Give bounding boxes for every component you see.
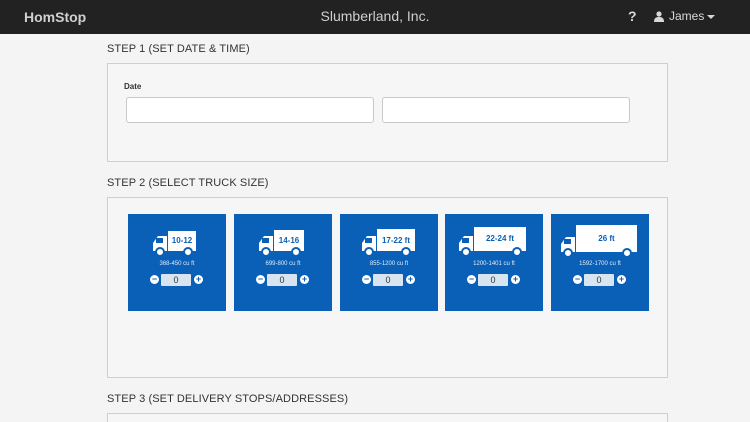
truck-capacity: 1592-1700 cu ft xyxy=(579,261,621,267)
minus-circle-icon[interactable]: − xyxy=(362,275,371,284)
truck-size-label: 22-24 ft xyxy=(485,234,514,243)
step1-title: STEP 1 (SET DATE & TIME) xyxy=(107,43,250,55)
truck-card-14-16[interactable]: 14-16 699-800 cu ft − 0 + xyxy=(234,214,332,311)
quantity-field[interactable]: 0 xyxy=(161,274,191,286)
quantity-stepper: − 0 + xyxy=(128,274,226,286)
truck-size-label: 17-22 ft xyxy=(381,236,410,245)
quantity-stepper: − 0 + xyxy=(445,274,543,286)
user-icon xyxy=(654,10,664,22)
user-menu[interactable]: James xyxy=(654,9,716,23)
quantity-field[interactable]: 0 xyxy=(584,274,614,286)
truck-capacity: 1200-1401 cu ft xyxy=(473,261,515,267)
step1-panel: Date xyxy=(107,63,668,162)
truck-size-label: 26 ft xyxy=(598,234,615,243)
plus-circle-icon[interactable]: + xyxy=(194,275,203,284)
minus-circle-icon[interactable]: − xyxy=(467,275,476,284)
date-input[interactable] xyxy=(126,97,374,123)
truck-card-17-22[interactable]: 17-22 ft 855-1200 cu ft − 0 + xyxy=(340,214,438,311)
truck-card-22-24[interactable]: 22-24 ft 1200-1401 cu ft − 0 + xyxy=(445,214,543,311)
plus-circle-icon[interactable]: + xyxy=(511,275,520,284)
truck-size-label: 14-16 xyxy=(278,236,300,245)
quantity-stepper: − 0 + xyxy=(551,274,649,286)
quantity-stepper: − 0 + xyxy=(234,274,332,286)
step2-panel: 10-12 368-450 cu ft − 0 + 14-16 699-800 … xyxy=(107,197,668,378)
truck-capacity: 368-450 cu ft xyxy=(159,261,195,267)
plus-circle-icon[interactable]: + xyxy=(300,275,309,284)
truck-capacity: 855-1200 cu ft xyxy=(369,261,409,267)
plus-circle-icon[interactable]: + xyxy=(406,275,415,284)
user-name: James xyxy=(669,9,705,23)
minus-circle-icon[interactable]: − xyxy=(150,275,159,284)
quantity-field[interactable]: 0 xyxy=(373,274,403,286)
truck-card-26[interactable]: 26 ft 1592-1700 cu ft − 0 + xyxy=(551,214,649,311)
plus-circle-icon[interactable]: + xyxy=(617,275,626,284)
top-navbar: HomStop Slumberland, Inc. ? James xyxy=(0,0,750,34)
step3-title: STEP 3 (SET DELIVERY STOPS/ADDRESSES) xyxy=(107,393,349,405)
step3-panel xyxy=(107,413,668,422)
truck-size-label: 10-12 xyxy=(171,236,193,245)
truck-capacity: 699-800 cu ft xyxy=(265,261,301,267)
time-input[interactable] xyxy=(382,97,630,123)
minus-circle-icon[interactable]: − xyxy=(256,275,265,284)
quantity-field[interactable]: 0 xyxy=(267,274,297,286)
date-label: Date xyxy=(124,82,142,91)
step2-title: STEP 2 (SELECT TRUCK SIZE) xyxy=(107,177,269,189)
quantity-stepper: − 0 + xyxy=(340,274,438,286)
caret-down-icon xyxy=(707,14,716,19)
minus-circle-icon[interactable]: − xyxy=(573,275,582,284)
truck-card-10-12[interactable]: 10-12 368-450 cu ft − 0 + xyxy=(128,214,226,311)
company-name: Slumberland, Inc. xyxy=(320,8,430,24)
quantity-field[interactable]: 0 xyxy=(478,274,508,286)
help-button[interactable]: ? xyxy=(628,8,637,24)
